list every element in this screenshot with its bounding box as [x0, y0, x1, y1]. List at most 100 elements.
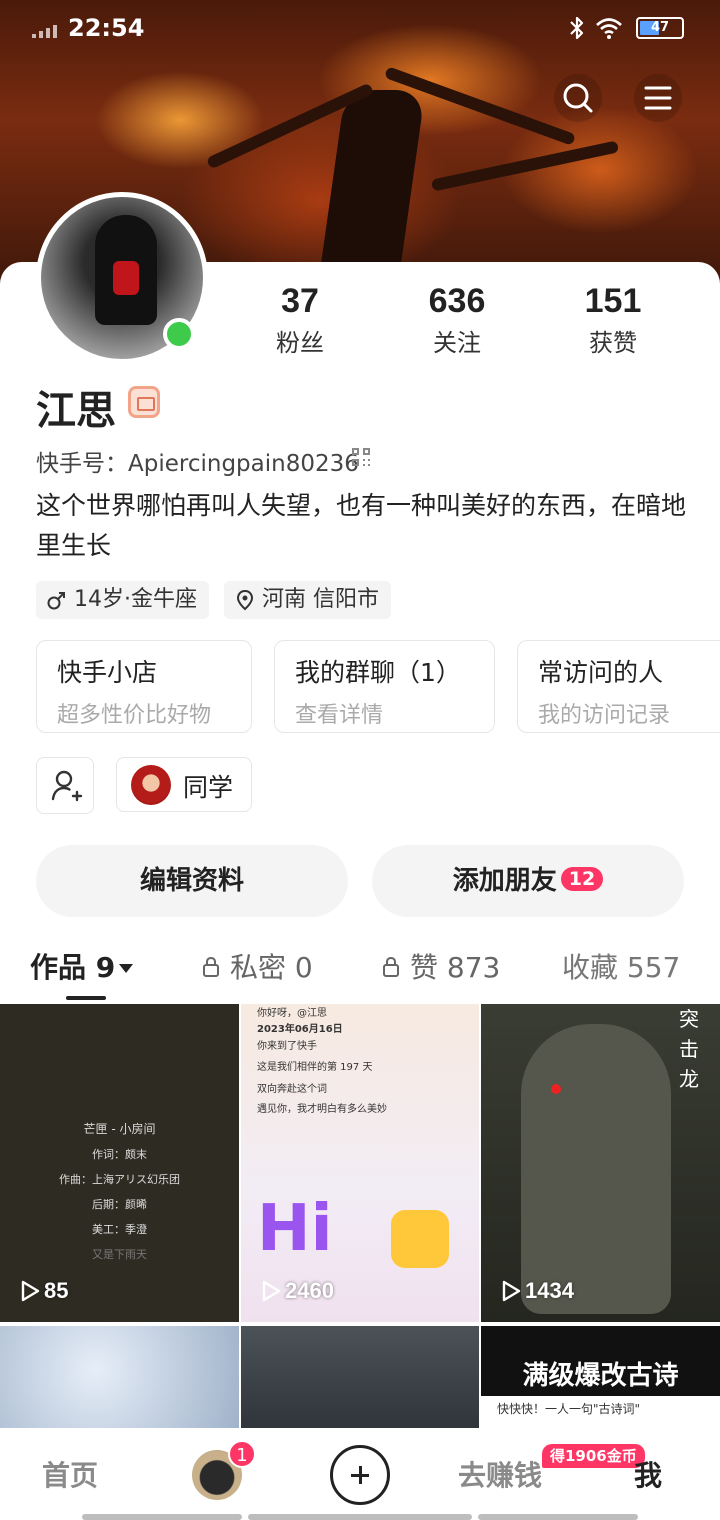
- location-pin-icon: [236, 589, 254, 611]
- stat-followers[interactable]: 37 粉丝: [240, 282, 360, 358]
- service-subtitle: 查看详情: [295, 703, 384, 728]
- online-status-dot: [163, 318, 195, 350]
- service-kuaishou-shop[interactable]: 快手小店 超多性价比好物: [36, 640, 252, 733]
- video-lyric-line: 作词：颇末: [92, 1148, 147, 1161]
- chevron-down-icon: [119, 964, 134, 973]
- video-title: 满级爆改古诗: [481, 1326, 720, 1396]
- video-vertical-title: 突击龙: [679, 1007, 699, 1091]
- menu-icon: [644, 86, 672, 110]
- service-title: 我的群聊（1）: [295, 658, 461, 687]
- video-caption-line: 你来到了快手: [257, 1041, 317, 1052]
- stat-following[interactable]: 636 关注: [397, 282, 517, 358]
- lock-icon: [383, 956, 399, 977]
- play-icon: [502, 1280, 521, 1302]
- menu-button[interactable]: [634, 74, 682, 122]
- add-friends-button[interactable]: 添加朋友 12: [372, 845, 684, 917]
- video-caption-line: 遇见你，我才明白有多么美妙: [257, 1104, 387, 1115]
- battery-icon: 47: [636, 17, 684, 39]
- video-play-count: 2460: [261, 1278, 334, 1304]
- tab-works-label: 作品 9: [30, 951, 116, 984]
- tag-age-zodiac: 14岁·金牛座: [36, 581, 209, 619]
- service-title: 常访问的人: [538, 658, 664, 687]
- male-icon: [47, 592, 65, 610]
- level-badge-icon[interactable]: [128, 386, 160, 418]
- monster-image: [521, 1024, 671, 1314]
- video-play-count: 1434: [501, 1278, 574, 1304]
- create-post-button[interactable]: [330, 1445, 390, 1505]
- video-play-count: 85: [20, 1278, 68, 1304]
- stat-label: 粉丝: [276, 329, 324, 357]
- video-thumbnail[interactable]: [241, 1326, 479, 1436]
- tab-private[interactable]: 私密 0: [202, 946, 313, 986]
- avatar-figure: [95, 215, 157, 325]
- video-caption-line: 你好呀，@江思: [257, 1008, 327, 1019]
- add-friends-count-badge: 12: [560, 867, 604, 891]
- profile-bio: 这个世界哪怕再叫人失望，也有一种叫美好的东西，在暗地里生长: [36, 491, 687, 560]
- stat-number: 37: [281, 282, 319, 320]
- nav-home[interactable]: 首页: [42, 1454, 98, 1494]
- tag-location: 河南 信阳市: [224, 581, 391, 619]
- edit-profile-button[interactable]: 编辑资料: [36, 845, 348, 917]
- stat-label: 获赞: [589, 329, 637, 357]
- video-lyric-line: 又是下雨天: [92, 1248, 147, 1261]
- tab-favorites[interactable]: 收藏 557: [562, 946, 680, 986]
- status-bar: 22:54 47: [0, 0, 720, 56]
- video-caption-line: 2023年06月16日: [257, 1024, 343, 1035]
- bluetooth-icon: [570, 16, 584, 40]
- coin-reward-badge: 得1906金币: [542, 1444, 645, 1468]
- video-thumbnail[interactable]: 你好呀，@江思 2023年06月16日 你来到了快手 这是我们相伴的第 197 …: [241, 1004, 479, 1322]
- classmates-label: 同学: [183, 773, 234, 802]
- add-user-icon: [51, 770, 83, 802]
- video-thumbnail[interactable]: [0, 1326, 239, 1436]
- cover-tree-branch: [430, 140, 620, 192]
- search-icon: [563, 83, 593, 113]
- tab-liked-label: 赞 873: [410, 951, 501, 984]
- play-count-text: 85: [44, 1278, 69, 1303]
- tag-age-text: 14岁·金牛座: [74, 587, 197, 612]
- bottom-nav: 首页 1 去赚钱 得1906金币 我: [0, 1428, 720, 1520]
- stat-number: 636: [428, 282, 486, 320]
- play-count-text: 1434: [525, 1278, 574, 1303]
- tab-liked[interactable]: 赞 873: [382, 946, 500, 986]
- video-thumbnail[interactable]: 突击龙 1434: [481, 1004, 720, 1322]
- video-caption-line: 双向奔赴这个词: [257, 1084, 327, 1095]
- tab-works[interactable]: 作品 9: [30, 946, 134, 986]
- gesture-bar: [248, 1514, 472, 1520]
- nav-avatar-badge: 1: [228, 1440, 256, 1468]
- tab-favorites-label: 收藏 557: [562, 951, 681, 984]
- gesture-bar: [478, 1514, 638, 1520]
- tab-private-label: 私密 0: [230, 951, 313, 984]
- service-subtitle: 超多性价比好物: [57, 703, 212, 728]
- play-icon: [262, 1280, 281, 1302]
- gesture-bar: [82, 1514, 242, 1520]
- stat-likes[interactable]: 151 获赞: [553, 282, 673, 358]
- classmates-chip[interactable]: 同学: [116, 757, 252, 812]
- service-title: 快手小店: [57, 658, 158, 687]
- tag-location-text: 河南 信阳市: [262, 587, 379, 612]
- nav-me[interactable]: 我: [634, 1454, 662, 1494]
- video-thumbnail[interactable]: 芒匣 - 小房间 作词：颇末 作曲：上海アリス幻乐团 后期：颜晞 美工：季澄 又…: [0, 1004, 239, 1322]
- signal-icon: [32, 24, 62, 38]
- mascot-image: [391, 1210, 449, 1268]
- video-lyric-line: 美工：季澄: [92, 1223, 147, 1236]
- status-time: 22:54: [68, 14, 145, 42]
- play-icon: [21, 1280, 40, 1302]
- video-caption-line: 这是我们相伴的第 197 天: [257, 1062, 373, 1073]
- search-button[interactable]: [554, 74, 602, 122]
- profile-name: 江思: [36, 388, 116, 434]
- video-lyric-line: 作曲：上海アリス幻乐团: [59, 1173, 180, 1186]
- video-lyric-line: 后期：颜晞: [92, 1198, 147, 1211]
- add-friend-button[interactable]: [36, 757, 94, 814]
- video-thumbnail[interactable]: 满级爆改古诗 快快快！一人一句"古诗词": [481, 1326, 720, 1436]
- video-hi-text: Hi: [257, 1192, 333, 1266]
- stat-label: 关注: [433, 329, 481, 357]
- service-frequent-visitors[interactable]: 常访问的人 我的访问记录: [517, 640, 720, 733]
- wifi-icon: [596, 18, 622, 39]
- classmate-avatar: [131, 765, 171, 805]
- kuaishou-id[interactable]: 快手号：Apiercingpain80236: [36, 444, 359, 478]
- battery-level: 47: [650, 20, 670, 35]
- stat-number: 151: [584, 282, 642, 320]
- nav-earn[interactable]: 去赚钱: [458, 1454, 542, 1494]
- service-group-chat[interactable]: 我的群聊（1） 查看详情: [274, 640, 495, 733]
- qr-code-icon[interactable]: [352, 448, 372, 468]
